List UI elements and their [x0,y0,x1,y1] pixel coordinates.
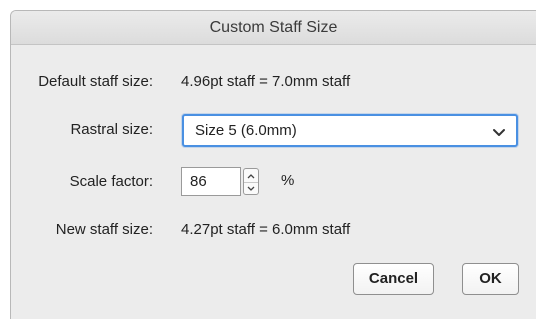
ok-button[interactable]: OK [462,263,519,295]
new-staff-size-value: 4.27pt staff = 6.0mm staff [181,221,351,238]
scale-factor-input[interactable]: 86 [181,167,241,196]
stepper-down-arrow-icon[interactable] [244,182,258,195]
default-staff-size-label: Default staff size: [38,73,153,90]
custom-staff-size-dialog: Custom Staff Size Default staff size: 4.… [10,10,536,319]
chevron-down-icon [492,125,506,136]
rastral-size-select[interactable]: Size 5 (6.0mm) [182,114,518,147]
rastral-size-selected-value: Size 5 (6.0mm) [195,122,297,139]
scale-factor-label: Scale factor: [69,173,153,190]
scale-factor-unit: % [281,172,295,189]
stepper-up-arrow-icon[interactable] [244,169,258,181]
default-staff-size-value: 4.96pt staff = 7.0mm staff [181,73,351,90]
cancel-button[interactable]: Cancel [353,263,434,295]
dialog-title: Custom Staff Size [11,11,536,45]
scale-factor-arrows [243,168,259,195]
rastral-size-label: Rastral size: [70,121,153,138]
new-staff-size-label: New staff size: [55,221,153,238]
